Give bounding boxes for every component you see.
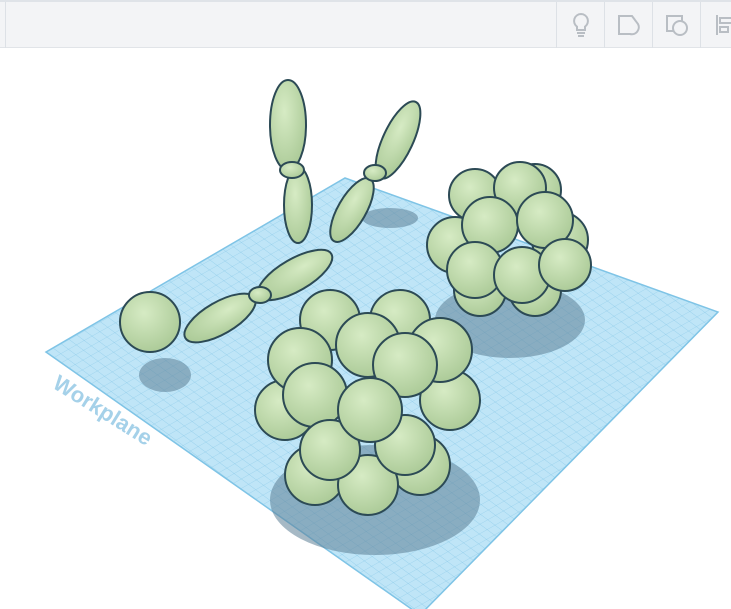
3d-viewport[interactable] xyxy=(0,49,731,609)
top-toolbar xyxy=(0,0,731,48)
tips-button[interactable] xyxy=(556,2,605,48)
sphere[interactable] xyxy=(119,291,181,353)
toolbar-edge xyxy=(0,2,6,48)
notes-button[interactable] xyxy=(604,2,653,48)
group-shapes-icon xyxy=(666,15,688,36)
lightbulb-icon xyxy=(573,12,589,37)
group-button[interactable] xyxy=(652,2,701,48)
shape-note-icon xyxy=(618,15,640,36)
align-icon xyxy=(716,15,731,35)
align-button[interactable] xyxy=(700,2,731,48)
